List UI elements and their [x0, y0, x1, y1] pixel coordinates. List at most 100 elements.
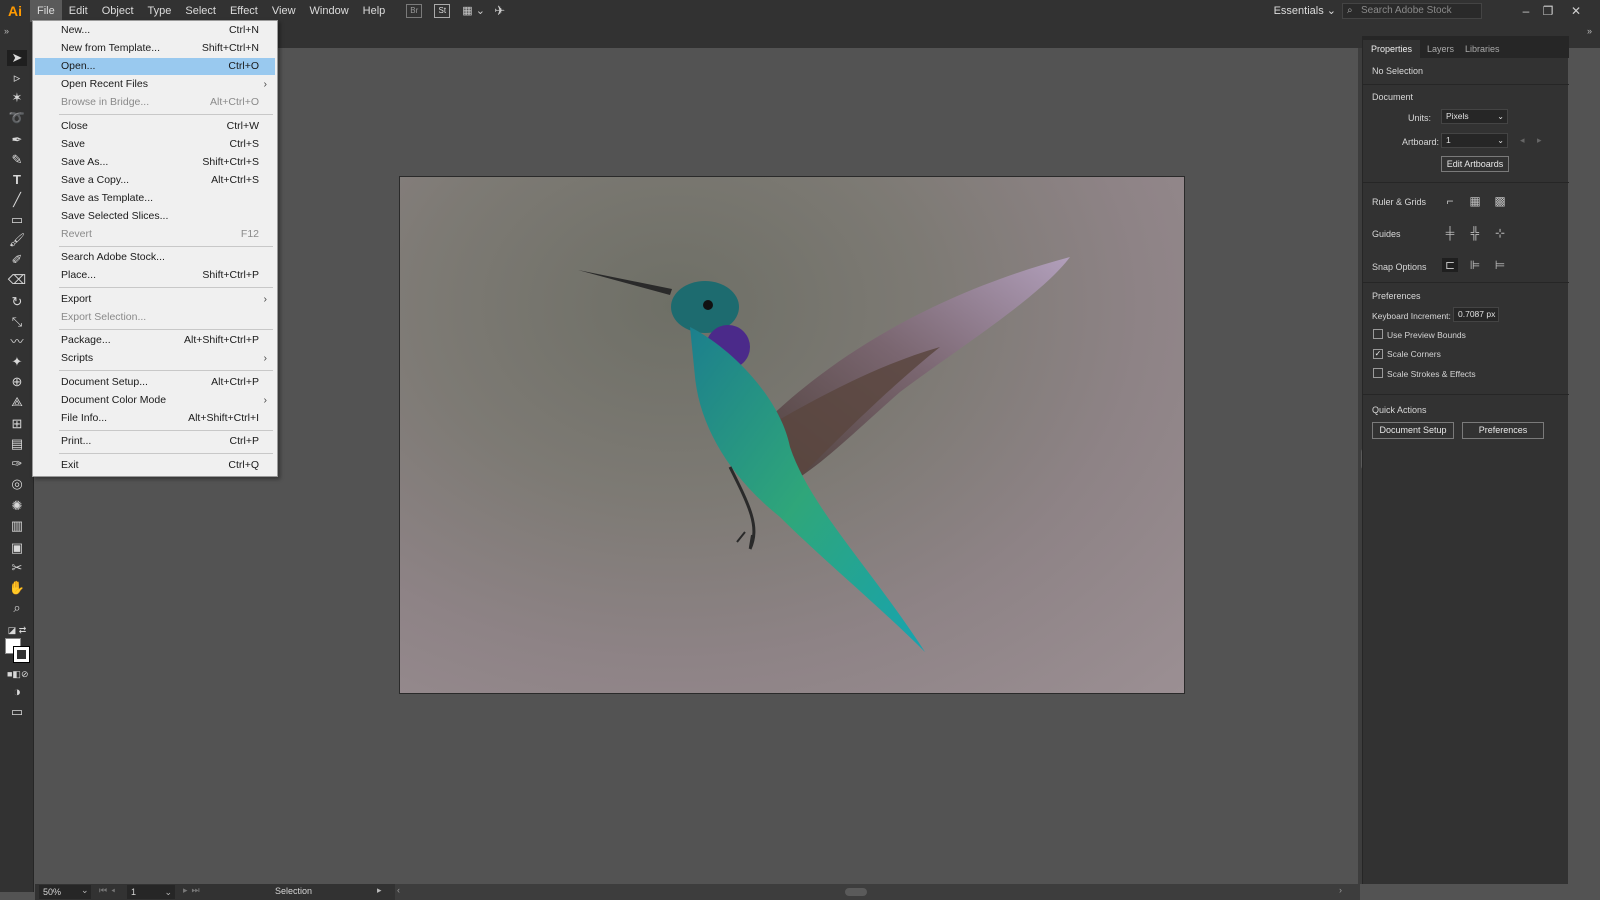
tab-libraries[interactable]: Libraries: [1457, 40, 1508, 58]
menu-item-new-from-template[interactable]: New from Template... Shift+Ctrl+N: [35, 40, 275, 57]
mesh-tool-icon[interactable]: ⊞: [7, 416, 27, 432]
stroke-swatch[interactable]: [13, 646, 30, 663]
menu-effect[interactable]: Effect: [223, 0, 265, 22]
grid-icon[interactable]: ▦: [1467, 194, 1483, 208]
menu-type[interactable]: Type: [141, 0, 179, 22]
edit-artboards-button[interactable]: Edit Artboards: [1441, 156, 1509, 172]
stock-icon[interactable]: St: [434, 4, 451, 18]
symbol-sprayer-tool-icon[interactable]: ✺: [7, 498, 27, 514]
menu-item-place[interactable]: Place... Shift+Ctrl+P: [35, 267, 275, 284]
keyboard-increment-input[interactable]: 0.7087 px: [1453, 307, 1499, 322]
lasso-tool-icon[interactable]: ➰: [7, 110, 27, 126]
menu-item-save-as[interactable]: Save As... Shift+Ctrl+S: [35, 154, 275, 171]
bridge-icon[interactable]: Br: [406, 4, 423, 18]
transparency-grid-icon[interactable]: ▩: [1492, 194, 1508, 208]
horizontal-scrollbar[interactable]: ‹ ›: [395, 884, 1360, 900]
hand-tool-icon[interactable]: ✋: [7, 580, 27, 596]
scale-strokes-effects-checkbox[interactable]: [1373, 368, 1383, 378]
close-window-button[interactable]: ✕: [1564, 0, 1588, 22]
workspace-switcher[interactable]: Essentials ⌄: [1274, 0, 1336, 22]
direct-selection-tool-icon[interactable]: ▹: [7, 70, 27, 86]
snap-to-point-icon[interactable]: ⊏: [1442, 258, 1458, 272]
menu-item-close[interactable]: Close Ctrl+W: [35, 118, 275, 135]
previous-artboard-icon[interactable]: ◂: [1520, 135, 1525, 146]
menu-item-new[interactable]: New... Ctrl+N: [35, 22, 275, 39]
curvature-tool-icon[interactable]: ✎: [7, 152, 27, 168]
artboard-nav-next-last[interactable]: ▸⏭: [183, 885, 204, 896]
search-adobe-stock-input[interactable]: ⌕ Search Adobe Stock: [1342, 3, 1482, 19]
use-preview-bounds-checkbox[interactable]: [1373, 329, 1383, 339]
menu-item-document-color-mode[interactable]: Document Color Mode ›: [35, 392, 275, 409]
expand-panel-icon[interactable]: »: [1587, 26, 1592, 36]
pen-tool-icon[interactable]: ✒: [7, 132, 27, 148]
selection-tool-icon[interactable]: ➤: [7, 50, 27, 66]
document-setup-button[interactable]: Document Setup: [1372, 422, 1454, 439]
scale-corners-checkbox[interactable]: ✓: [1373, 349, 1383, 359]
menu-file[interactable]: File: [30, 0, 62, 22]
rectangle-tool-icon[interactable]: ▭: [7, 212, 27, 228]
snap-to-grid-icon[interactable]: ⊫: [1467, 258, 1483, 272]
magic-wand-tool-icon[interactable]: ✶: [7, 90, 27, 106]
menu-help[interactable]: Help: [356, 0, 393, 22]
scroll-right-icon[interactable]: ›: [1339, 885, 1342, 895]
blend-tool-icon[interactable]: ◎: [7, 476, 27, 492]
gpu-performance-icon[interactable]: ✈: [494, 4, 505, 18]
horizontal-scroll-thumb[interactable]: [845, 888, 867, 896]
color-modes-icon[interactable]: ■◧⊘: [7, 666, 28, 682]
menu-item-export[interactable]: Export ›: [35, 291, 275, 308]
shape-builder-tool-icon[interactable]: ⊕: [7, 374, 27, 390]
puppet-warp-tool-icon[interactable]: ✦: [7, 354, 27, 370]
chevron-down-icon[interactable]: ⌄: [81, 885, 89, 896]
smart-guides-icon[interactable]: ⊹: [1492, 226, 1508, 240]
minimize-button[interactable]: –: [1514, 0, 1538, 22]
type-tool-icon[interactable]: T: [7, 172, 27, 188]
next-artboard-icon[interactable]: ▸: [1537, 135, 1542, 146]
scale-tool-icon[interactable]: ⤡: [7, 314, 27, 330]
gradient-tool-icon[interactable]: ▤: [7, 436, 27, 452]
menu-item-search-adobe-stock[interactable]: Search Adobe Stock...: [35, 249, 275, 266]
menu-item-scripts[interactable]: Scripts ›: [35, 350, 275, 367]
lock-guides-icon[interactable]: ╬: [1467, 226, 1483, 240]
maximize-button[interactable]: ❐: [1536, 0, 1560, 22]
menu-item-document-setup[interactable]: Document Setup... Alt+Ctrl+P: [35, 374, 275, 391]
menu-window[interactable]: Window: [303, 0, 356, 22]
menu-item-exit[interactable]: Exit Ctrl+Q: [35, 457, 275, 474]
menu-object[interactable]: Object: [95, 0, 141, 22]
show-guides-icon[interactable]: ╪: [1442, 226, 1458, 240]
menu-edit[interactable]: Edit: [62, 0, 95, 22]
perspective-grid-tool-icon[interactable]: ⟁: [7, 394, 27, 410]
swap-fill-stroke-icon[interactable]: ◪ ⇄: [7, 622, 27, 638]
zoom-tool-icon[interactable]: ⌕: [7, 600, 27, 616]
menu-item-save-a-copy[interactable]: Save a Copy... Alt+Ctrl+S: [35, 172, 275, 189]
menu-item-open-recent-files[interactable]: Open Recent Files ›: [35, 76, 275, 93]
menu-view[interactable]: View: [265, 0, 303, 22]
warp-tool-icon[interactable]: 〰: [7, 334, 27, 350]
arrange-documents-icon[interactable]: ▦ ⌄: [462, 4, 486, 18]
menu-item-save-selected-slices[interactable]: Save Selected Slices...: [35, 208, 275, 225]
slice-tool-icon[interactable]: ✂: [7, 560, 27, 576]
menu-item-package[interactable]: Package... Alt+Shift+Ctrl+P: [35, 332, 275, 349]
eraser-tool-icon[interactable]: ⌫: [7, 272, 27, 288]
menu-item-open[interactable]: Open... Ctrl+O: [35, 58, 275, 75]
line-tool-icon[interactable]: ╱: [7, 192, 27, 208]
eyedropper-tool-icon[interactable]: ✑: [7, 456, 27, 472]
column-graph-tool-icon[interactable]: ▥: [7, 518, 27, 534]
menu-item-save-as-template[interactable]: Save as Template...: [35, 190, 275, 207]
rotate-tool-icon[interactable]: ↻: [7, 294, 27, 310]
paintbrush-tool-icon[interactable]: 🖌: [7, 232, 27, 248]
preferences-button[interactable]: Preferences: [1462, 422, 1544, 439]
tab-layers[interactable]: Layers: [1419, 40, 1462, 58]
collapse-panel-icon[interactable]: »: [4, 26, 9, 36]
screen-mode-icon[interactable]: ▭: [7, 704, 27, 720]
menu-item-file-info[interactable]: File Info... Alt+Shift+Ctrl+I: [35, 410, 275, 427]
snap-to-pixel-icon[interactable]: ⊨: [1492, 258, 1508, 272]
drawing-modes-icon[interactable]: ◑: [7, 684, 27, 700]
status-menu-arrow-icon[interactable]: ▸: [377, 885, 382, 896]
shaper-tool-icon[interactable]: ✐: [7, 252, 27, 268]
artboard[interactable]: [399, 176, 1185, 694]
artboard-number-field[interactable]: 1 ⌄: [127, 885, 175, 899]
units-dropdown[interactable]: Pixels ⌄: [1441, 109, 1508, 124]
fill-stroke-swatch[interactable]: [5, 638, 31, 664]
ruler-icon[interactable]: ⌐: [1442, 194, 1458, 208]
scroll-left-icon[interactable]: ‹: [397, 885, 400, 895]
